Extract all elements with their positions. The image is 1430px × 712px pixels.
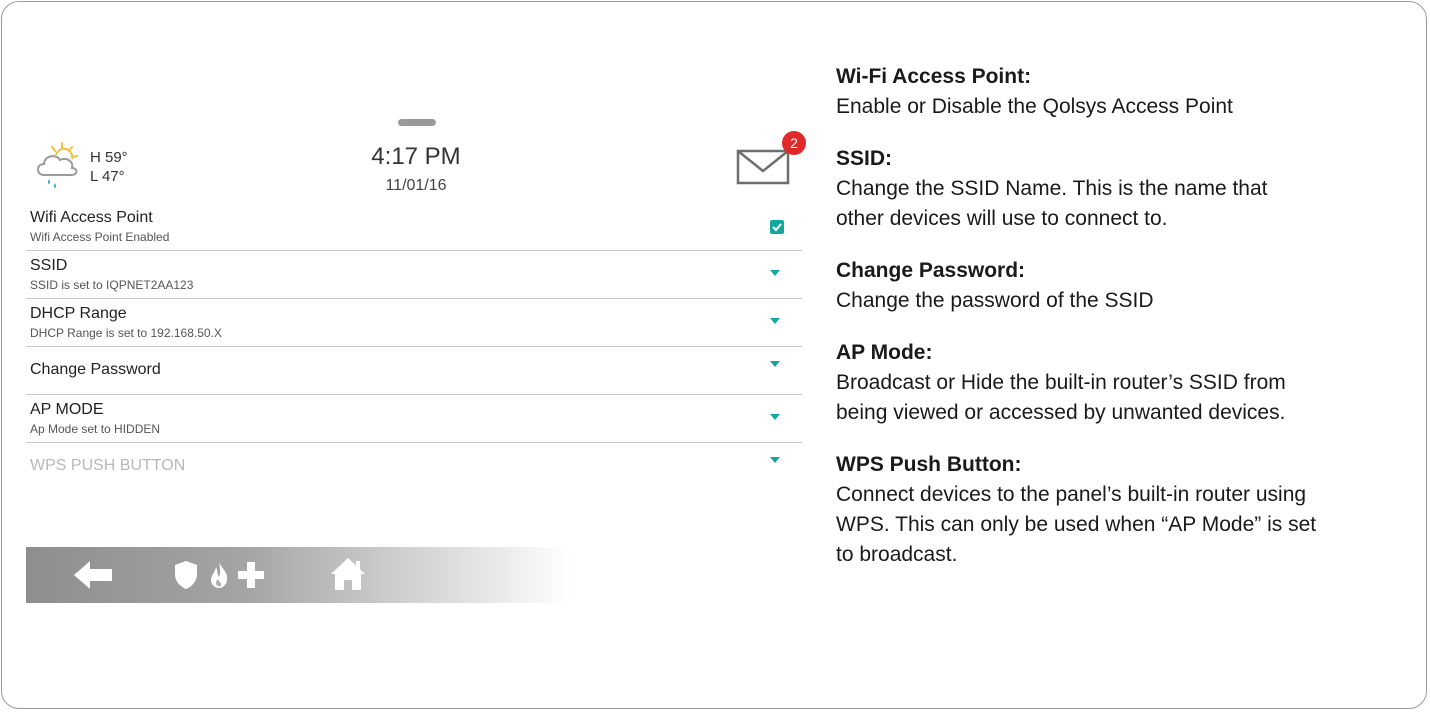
chevron-down-icon[interactable] [770, 414, 780, 420]
help-line: being viewed or accessed by unwanted dev… [836, 401, 1286, 424]
help-line: other devices will use to connect to. [836, 207, 1168, 230]
help-ssid: SSID: Change the SSID Name. This is the … [836, 144, 1406, 234]
setting-subtitle: Wifi Access Point Enabled [30, 230, 170, 244]
help-heading: SSID: [836, 147, 893, 170]
shield-icon[interactable] [174, 560, 198, 590]
help-line: Connect devices to the panel’s built-in … [836, 483, 1307, 506]
setting-ssid[interactable]: SSID SSID is set to IQPNET2AA123 [26, 251, 802, 299]
setting-change-password[interactable]: Change Password [26, 347, 802, 395]
weather-widget[interactable]: H 59° L 47° [32, 137, 232, 197]
clock-date: 11/01/16 [385, 177, 447, 194]
help-heading: WPS Push Button: [836, 453, 1022, 476]
chevron-down-icon[interactable] [770, 270, 780, 276]
bottom-nav-bar [26, 547, 571, 603]
help-wps-push-button: WPS Push Button: Connect devices to the … [836, 450, 1406, 570]
help-line: Enable or Disable the Qolsys Access Poin… [836, 95, 1233, 118]
setting-subtitle: Ap Mode set to HIDDEN [30, 422, 161, 436]
help-text: Wi-Fi Access Point: Enable or Disable th… [836, 62, 1406, 592]
setting-wps-push-button[interactable]: WPS PUSH BUTTON [26, 443, 802, 481]
help-line: Change the SSID Name. This is the name t… [836, 177, 1268, 200]
frame: H 59° L 47° 4:17 PM 11/01/16 2 Wifi Acce… [1, 1, 1427, 709]
help-heading: Change Password: [836, 259, 1026, 282]
help-heading: AP Mode: [836, 341, 933, 364]
help-line: Change the password of the SSID [836, 289, 1154, 312]
setting-subtitle: SSID is set to IQPNET2AA123 [30, 278, 194, 292]
setting-ap-mode[interactable]: AP MODE Ap Mode set to HIDDEN [26, 395, 802, 443]
chevron-down-icon[interactable] [770, 318, 780, 324]
help-change-password: Change Password: Change the password of … [836, 256, 1406, 316]
mail-icon [736, 149, 790, 185]
help-wifi-access-point: Wi-Fi Access Point: Enable or Disable th… [836, 62, 1406, 122]
help-line: to broadcast. [836, 543, 958, 566]
checkmark-icon [772, 223, 782, 232]
chevron-down-icon[interactable] [770, 361, 780, 367]
plus-icon[interactable] [238, 562, 264, 588]
clock-time: 4:17 PM [371, 143, 461, 170]
setting-title: AP MODE [30, 401, 104, 418]
back-arrow-icon[interactable] [74, 561, 114, 589]
fire-icon[interactable] [208, 561, 230, 589]
help-heading: Wi-Fi Access Point: [836, 65, 1032, 88]
pull-down-handle[interactable] [398, 119, 436, 126]
message-count-badge: 2 [782, 131, 806, 155]
panel-screen: H 59° L 47° 4:17 PM 11/01/16 2 Wifi Acce… [26, 107, 806, 607]
chevron-down-icon[interactable] [770, 457, 780, 463]
setting-title: Change Password [30, 361, 161, 378]
cloud-sun-rain-icon [37, 142, 78, 188]
setting-title: DHCP Range [30, 305, 127, 322]
help-line: WPS. This can only be used when “AP Mode… [836, 513, 1317, 536]
settings-list: Wifi Access Point Wifi Access Point Enab… [26, 203, 802, 481]
wifi-access-point-checkbox[interactable] [770, 220, 784, 234]
setting-dhcp-range[interactable]: DHCP Range DHCP Range is set to 192.168.… [26, 299, 802, 347]
help-line: Broadcast or Hide the built-in router’s … [836, 371, 1286, 394]
setting-title: SSID [30, 257, 68, 274]
setting-wifi-access-point[interactable]: Wifi Access Point Wifi Access Point Enab… [26, 203, 802, 251]
temp-low: L 47° [90, 168, 125, 185]
setting-subtitle: DHCP Range is set to 192.168.50.X [30, 326, 222, 340]
setting-title: Wifi Access Point [30, 209, 153, 226]
help-ap-mode: AP Mode: Broadcast or Hide the built-in … [836, 338, 1406, 428]
setting-title: WPS PUSH BUTTON [30, 457, 186, 474]
clock: 4:17 PM 11/01/16 [326, 143, 506, 195]
home-icon[interactable] [330, 557, 366, 591]
temp-high: H 59° [90, 149, 128, 166]
messages-button[interactable]: 2 [736, 131, 816, 191]
